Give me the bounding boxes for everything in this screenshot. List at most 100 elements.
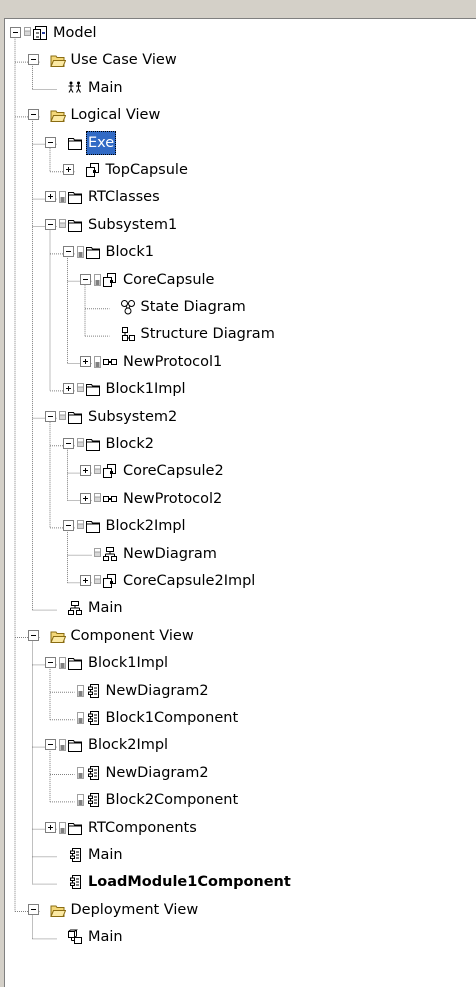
tree-node-label[interactable]: CoreCapsule2	[121, 459, 226, 483]
collapse-minus-icon[interactable]	[27, 109, 39, 121]
tree-node-label[interactable]: CoreCapsule	[121, 268, 216, 292]
collapse-minus-icon[interactable]	[10, 27, 21, 38]
tree-connector-lines	[14, 34, 110, 940]
component-icon	[87, 765, 99, 780]
tree-node-label[interactable]: LoadModule1Component	[86, 870, 293, 894]
collapse-minus-icon[interactable]	[45, 410, 56, 422]
controlled-unit-icon	[94, 492, 101, 502]
controlled-unit-locked-icon	[76, 794, 84, 807]
package-icon	[85, 439, 100, 451]
tree-node-label[interactable]: Subsystem2	[86, 405, 179, 429]
tree-node-label[interactable]: NewProtocol2	[121, 487, 224, 511]
folder-open-icon	[49, 631, 66, 643]
expand-plus-icon[interactable]	[62, 383, 74, 395]
folder-open-icon	[49, 110, 66, 123]
folder-open-icon	[49, 55, 66, 68]
controlled-unit-icon	[76, 438, 84, 447]
collapse-minus-icon[interactable]	[62, 246, 74, 258]
controlled-unit-locked-icon	[59, 657, 66, 670]
tree-node-label[interactable]: Block2	[104, 432, 156, 456]
collapse-minus-icon[interactable]	[27, 54, 39, 66]
package-icon	[85, 521, 100, 534]
component-icon	[70, 875, 81, 890]
tree-node-label[interactable]: NewDiagram2	[104, 679, 211, 703]
tree-node-label[interactable]: Main	[86, 76, 125, 100]
collapse-minus-icon[interactable]	[62, 520, 74, 532]
controlled-unit-locked-icon	[94, 273, 101, 286]
tree-node-label[interactable]: Deployment View	[69, 898, 201, 922]
capsule-icon	[85, 163, 99, 177]
expand-plus-icon[interactable]	[80, 492, 91, 504]
tree-node-label[interactable]: Block1Impl	[86, 651, 170, 675]
tree-node-label[interactable]: Model	[51, 21, 99, 45]
controlled-unit-icon	[59, 410, 66, 420]
controlled-unit-locked-icon	[94, 355, 101, 368]
tree-node-label[interactable]: Block2Component	[104, 788, 241, 812]
tree-node-label[interactable]: NewDiagram	[121, 542, 219, 566]
controlled-unit-icon	[24, 27, 31, 36]
tree-node-label[interactable]: Use Case View	[69, 48, 179, 72]
component-icon	[70, 848, 81, 862]
collapse-minus-icon[interactable]	[45, 739, 56, 751]
controlled-unit-locked-icon	[59, 821, 66, 834]
expand-plus-icon[interactable]	[62, 164, 74, 175]
controlled-unit-locked-icon	[59, 739, 66, 752]
tree-node-label[interactable]: Main	[86, 843, 125, 867]
collapse-minus-icon[interactable]	[45, 136, 56, 148]
tree-node-label[interactable]: State Diagram	[139, 295, 248, 319]
controlled-unit-locked-icon	[76, 766, 84, 779]
package-icon	[68, 137, 82, 150]
package-icon	[68, 822, 82, 835]
tree-node-label[interactable]: NewProtocol1	[121, 350, 224, 374]
controlled-unit-icon	[76, 383, 84, 393]
controlled-unit-icon	[94, 547, 101, 557]
tree-node-label[interactable]: CoreCapsule2Impl	[121, 569, 257, 593]
expand-plus-icon[interactable]	[80, 355, 91, 367]
package-icon	[68, 219, 82, 232]
controlled-unit-locked-icon	[76, 712, 84, 724]
use-case-diagram-icon	[68, 81, 81, 93]
tree-node-label[interactable]: Component View	[69, 624, 196, 648]
expand-plus-icon[interactable]	[80, 575, 91, 586]
component-icon	[87, 683, 99, 698]
tree-node-label[interactable]: Main	[86, 925, 125, 949]
collapse-minus-icon[interactable]	[62, 438, 74, 449]
tree-node-label[interactable]: Logical View	[69, 103, 163, 127]
tree-node-label[interactable]: Block1	[104, 240, 156, 264]
tree-node-label[interactable]: RTComponents	[86, 816, 199, 840]
package-icon	[85, 384, 100, 397]
model-browser-tree[interactable]: Model Use Case View Main Logical View Exe Top…	[4, 18, 476, 987]
expand-plus-icon[interactable]	[80, 465, 91, 477]
tree-node-label[interactable]: Structure Diagram	[139, 322, 277, 346]
tree-node-label[interactable]: Subsystem1	[86, 213, 179, 237]
tree-node-label[interactable]: Main	[86, 596, 125, 620]
folder-open-icon	[49, 905, 66, 917]
collapse-minus-icon[interactable]	[45, 657, 56, 669]
tree-node-label[interactable]: TopCapsule	[104, 158, 190, 182]
class-diagram-icon	[68, 601, 82, 616]
package-icon	[68, 658, 82, 671]
collapse-minus-icon[interactable]	[27, 903, 39, 915]
tree-node-label[interactable]: Block1Impl	[104, 377, 188, 401]
controlled-unit-icon	[59, 218, 66, 228]
controlled-unit-locked-icon	[59, 191, 66, 204]
controlled-unit-locked-icon	[76, 684, 84, 697]
tree-node-label[interactable]: NewDiagram2	[104, 761, 211, 785]
component-icon	[87, 793, 99, 808]
tree-node-label[interactable]: Block2Impl	[104, 514, 188, 538]
tree-node-label[interactable]: RTClasses	[86, 185, 162, 209]
collapse-minus-icon[interactable]	[27, 629, 39, 641]
collapse-minus-icon[interactable]	[45, 218, 56, 230]
protocol-icon	[103, 495, 117, 502]
package-icon	[68, 740, 82, 753]
tree-node-label[interactable]: Exe	[86, 130, 117, 155]
tree-node-label[interactable]: Block1Component	[104, 706, 241, 730]
expand-plus-icon[interactable]	[45, 821, 56, 833]
collapse-minus-icon[interactable]	[80, 273, 91, 285]
package-icon	[68, 192, 82, 205]
deployment-diagram-icon	[68, 929, 82, 945]
component-icon	[87, 711, 99, 725]
expand-plus-icon[interactable]	[45, 191, 56, 203]
tree-node-label[interactable]: Block2Impl	[86, 733, 170, 757]
state-diagram-icon	[120, 300, 135, 315]
